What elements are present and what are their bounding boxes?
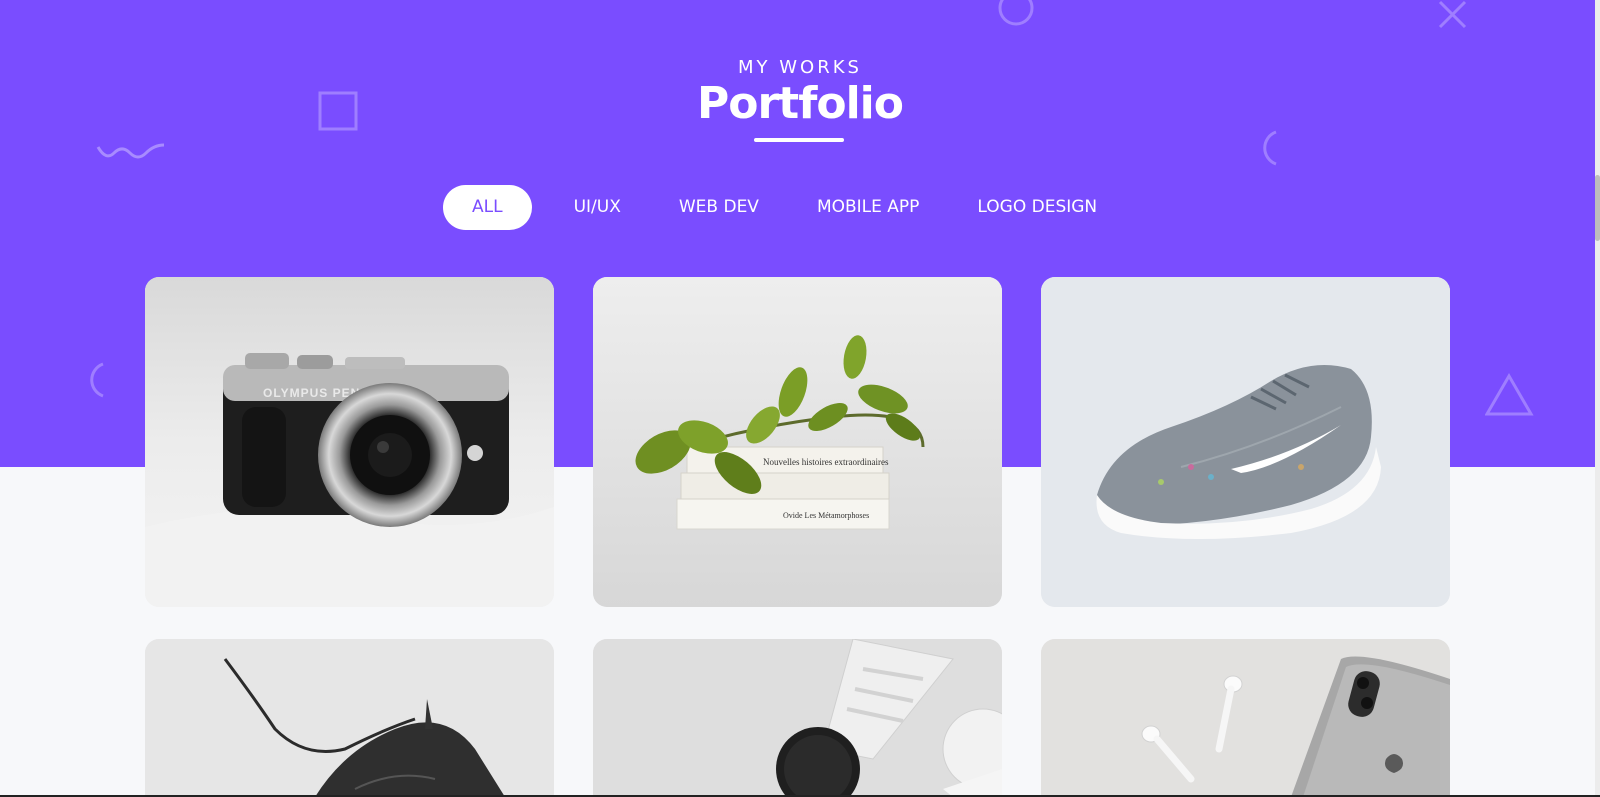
- book-title-1: Nouvelles histoires extraordinaires: [763, 457, 889, 467]
- filter-mobile-app[interactable]: MOBILE APP: [788, 185, 948, 230]
- sneaker-laces-image: [145, 639, 554, 797]
- page-scrollbar[interactable]: [1595, 0, 1600, 797]
- filter-logo-design[interactable]: LOGO DESIGN: [948, 185, 1126, 230]
- portfolio-item-earbuds[interactable]: [1041, 639, 1450, 797]
- title-underline: [754, 138, 844, 142]
- portfolio-item-sneaker-laces[interactable]: [145, 639, 554, 797]
- filter-uiux[interactable]: UI/UX: [545, 185, 650, 230]
- cross-decoration-icon: [1437, 0, 1469, 30]
- smartwatch-image: [593, 639, 1002, 797]
- book-title-2: Ovide Les Métamorphoses: [783, 511, 869, 520]
- portfolio-item-books[interactable]: Nouvelles histoires extraordinaires Ovid…: [593, 277, 1002, 607]
- crescent-decoration-icon: [1252, 129, 1282, 169]
- camera-brand-text: OLYMPUS PEN: [263, 386, 360, 400]
- filter-web-dev[interactable]: WEB DEV: [650, 185, 788, 230]
- section-title: Portfolio: [697, 78, 904, 129]
- crescent-decoration-icon: [79, 361, 109, 401]
- circle-decoration-icon: [998, 0, 1038, 28]
- camera-image: OLYMPUS PEN: [145, 277, 554, 607]
- section-eyebrow: MY WORKS: [738, 57, 862, 78]
- filter-all[interactable]: ALL: [443, 185, 532, 230]
- sneaker-image: [1041, 277, 1450, 607]
- earbuds-phone-image: [1041, 639, 1450, 797]
- portfolio-item-smartwatch[interactable]: [593, 639, 1002, 797]
- portfolio-item-sneaker[interactable]: [1041, 277, 1450, 607]
- wave-decoration-icon: [96, 141, 168, 165]
- scrollbar-thumb[interactable]: [1595, 175, 1600, 241]
- books-plant-image: Nouvelles histoires extraordinaires Ovid…: [593, 277, 1002, 607]
- portfolio-filter-bar: ALL UI/UX WEB DEV MOBILE APP LOGO DESIGN: [443, 185, 1126, 230]
- triangle-decoration-icon: [1485, 373, 1535, 417]
- portfolio-item-camera[interactable]: OLYMPUS PEN: [145, 277, 554, 607]
